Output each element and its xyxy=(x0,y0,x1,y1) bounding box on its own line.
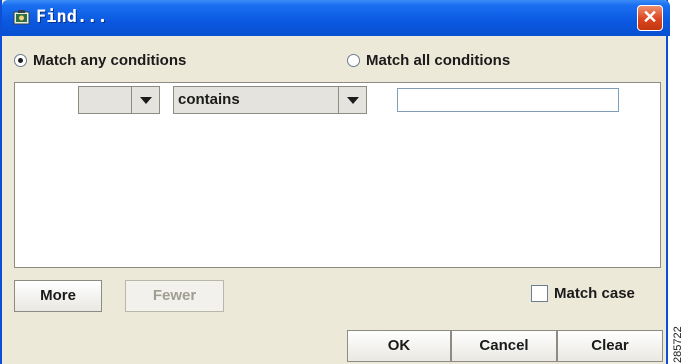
match-case-checkbox[interactable]: Match case xyxy=(531,285,635,302)
figure-number: 285722 xyxy=(672,300,682,364)
chevron-down-icon xyxy=(347,97,359,104)
window-title: Find... xyxy=(36,7,108,27)
operator-select[interactable]: contains xyxy=(173,86,367,114)
field-select-dropdown[interactable] xyxy=(131,87,159,113)
close-icon: ✕ xyxy=(642,7,658,27)
ok-button[interactable]: OK xyxy=(347,330,451,362)
find-dialog: Find... ✕ Match any conditions Match all… xyxy=(0,0,670,364)
close-button[interactable]: ✕ xyxy=(637,5,663,31)
field-select[interactable] xyxy=(78,86,160,114)
title-bar[interactable]: Find... ✕ xyxy=(2,0,670,36)
conditions-panel: contains xyxy=(14,82,661,268)
radio-unchecked-indicator[interactable] xyxy=(347,54,360,67)
match-any-radio[interactable]: Match any conditions xyxy=(14,52,186,69)
match-case-label: Match case xyxy=(554,285,635,302)
find-app-icon xyxy=(13,10,30,25)
operator-select-value: contains xyxy=(178,91,240,108)
checkbox-box[interactable] xyxy=(531,285,548,302)
match-all-label: Match all conditions xyxy=(366,52,511,69)
fewer-button[interactable]: Fewer xyxy=(125,280,224,312)
cancel-button[interactable]: Cancel xyxy=(451,330,557,362)
radio-checked-indicator[interactable] xyxy=(14,54,27,67)
condition-value-input[interactable] xyxy=(397,88,619,112)
clear-button[interactable]: Clear xyxy=(557,330,663,362)
chevron-down-icon xyxy=(140,97,152,104)
figure-number-text: 285722 xyxy=(672,326,682,363)
match-any-label: Match any conditions xyxy=(33,52,187,69)
more-button[interactable]: More xyxy=(14,280,102,312)
operator-select-dropdown[interactable] xyxy=(338,87,366,113)
match-mode-group: Match any conditions Match all condition… xyxy=(2,48,670,74)
match-all-radio[interactable]: Match all conditions xyxy=(347,52,510,69)
